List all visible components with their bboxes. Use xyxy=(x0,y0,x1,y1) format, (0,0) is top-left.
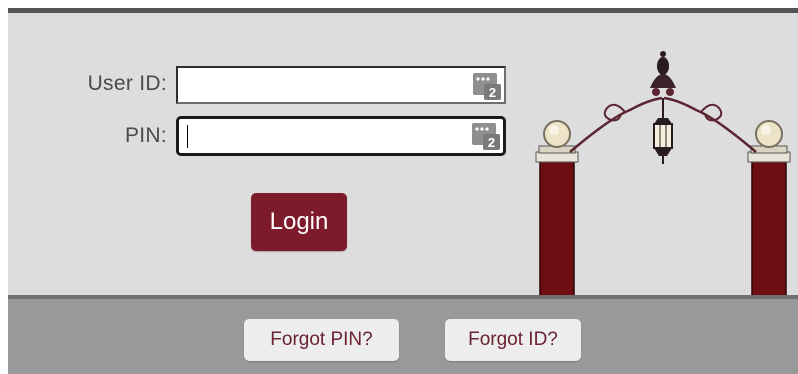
icon-badge: 2 xyxy=(489,85,496,100)
login-button[interactable]: Login xyxy=(251,193,347,251)
pin-field[interactable]: 2 xyxy=(176,116,506,156)
gate-illustration xyxy=(535,51,791,300)
footer-divider xyxy=(8,295,798,299)
text-cursor xyxy=(187,125,188,148)
password-manager-icon[interactable]: 2 xyxy=(472,71,502,101)
forgot-pin-button[interactable]: Forgot PIN? xyxy=(244,319,399,361)
user-id-field[interactable]: 2 xyxy=(176,66,506,104)
user-id-label: User ID: xyxy=(87,72,167,95)
password-manager-icon[interactable]: 2 xyxy=(471,121,501,151)
user-id-input[interactable] xyxy=(182,71,466,99)
pin-input[interactable] xyxy=(183,122,467,150)
top-divider xyxy=(8,8,798,13)
icon-badge: 2 xyxy=(488,135,495,150)
footer-bar xyxy=(8,295,798,374)
pin-label: PIN: xyxy=(124,124,167,147)
forgot-id-button[interactable]: Forgot ID? xyxy=(445,319,581,361)
